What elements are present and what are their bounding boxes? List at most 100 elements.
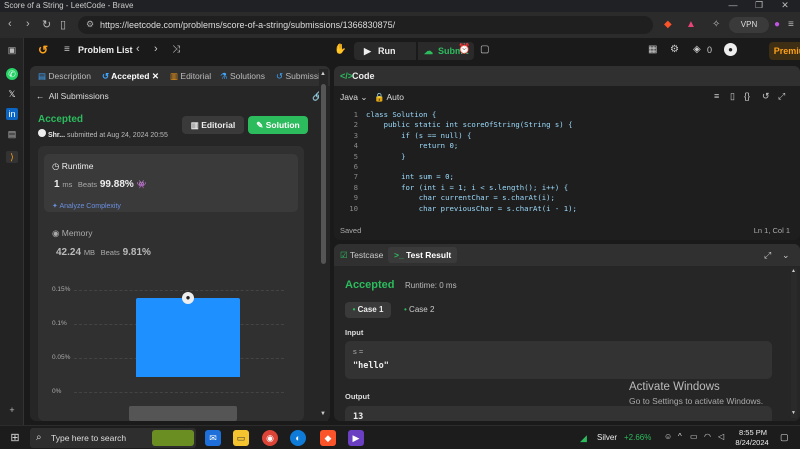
back-icon[interactable]: ‹ xyxy=(8,18,12,30)
format-icon[interactable]: ≡ xyxy=(714,91,719,101)
cloud-upload-icon: ☁ xyxy=(424,46,433,56)
tab-test-result[interactable]: >_ Test Result xyxy=(388,247,458,263)
code-text: for (int i = 1; i < s.length(); i++) { xyxy=(366,182,569,192)
whatsapp-icon[interactable]: ✆ xyxy=(6,68,18,80)
stock-name[interactable]: Silver xyxy=(597,433,617,442)
clock-date[interactable]: 8/24/2024 xyxy=(732,438,772,447)
people-icon[interactable]: ☺ xyxy=(664,432,672,441)
brave-taskbar-icon[interactable]: ◆ xyxy=(320,430,336,446)
next-problem-icon[interactable]: › xyxy=(154,43,158,55)
brave-shields-icon[interactable]: ◆ xyxy=(664,19,672,30)
mail-icon[interactable]: ✉ xyxy=(205,430,221,446)
auto-mode-toggle[interactable]: 🔒 Auto xyxy=(374,92,404,103)
reload-icon[interactable]: ↻ xyxy=(42,18,51,31)
expand-icon[interactable]: ⤢ xyxy=(764,250,771,261)
language-select[interactable]: Java ⌄ xyxy=(340,92,367,103)
tab-testcase[interactable]: ☑ Testcase xyxy=(340,250,383,261)
stock-change[interactable]: +2.66% xyxy=(624,433,651,442)
streak-icon[interactable]: ◈ xyxy=(693,44,701,55)
add-sidebar-icon[interactable]: + xyxy=(6,404,18,416)
all-submissions-link[interactable]: ← All Submissions xyxy=(36,91,109,101)
collapse-icon[interactable]: ⌄ xyxy=(782,250,790,261)
menu-icon[interactable]: ≡ xyxy=(788,19,794,30)
code-editor[interactable]: 1 class Solution {2 public static int sco… xyxy=(334,110,800,220)
close-window-icon[interactable]: ✕ xyxy=(772,0,798,11)
runtime-bar[interactable] xyxy=(136,298,240,377)
volume-icon[interactable]: ◁ xyxy=(718,432,724,441)
code-icon: </> xyxy=(340,71,354,81)
test-scrollbar[interactable]: ▲ ▼ xyxy=(791,268,797,418)
scroll-down-icon[interactable]: ▼ xyxy=(791,410,796,416)
bookmark-code-icon[interactable]: ▯ xyxy=(730,91,735,102)
braces-icon[interactable]: {} xyxy=(744,91,750,101)
fullscreen-icon[interactable]: ⤢ xyxy=(778,91,785,102)
tab-submissions[interactable]: ↺ Submissi xyxy=(276,71,320,82)
reset-icon[interactable]: ↺ xyxy=(762,91,770,102)
close-tab-icon[interactable]: ✕ xyxy=(152,71,159,81)
user-avatar[interactable] xyxy=(38,129,46,137)
brave-rewards-icon[interactable]: ▲ xyxy=(686,19,696,30)
tab-description[interactable]: ▤ Description xyxy=(38,71,91,82)
analyze-complexity-link[interactable]: ✦ Analyze Complexity xyxy=(52,202,121,210)
clock-time[interactable]: 8:55 PM xyxy=(735,428,771,437)
chrome-icon[interactable]: ◉ xyxy=(262,430,278,446)
battery-icon[interactable]: ▭ xyxy=(690,432,698,441)
scroll-up-icon[interactable]: ▲ xyxy=(791,268,796,274)
settings-gear-icon[interactable]: ⚙ xyxy=(670,44,679,55)
notifications-icon[interactable]: ▢ xyxy=(780,432,789,443)
tab-accepted[interactable]: ↺ Accepted ✕ xyxy=(102,71,159,82)
play-icon: ▶ xyxy=(364,46,371,56)
sidebar-toggle-icon[interactable]: ▣ xyxy=(6,44,18,56)
scroll-up-icon[interactable]: ▲ xyxy=(320,71,326,77)
description-icon: ▤ xyxy=(38,71,47,81)
address-bar[interactable]: ⚙ https://leetcode.com/problems/score-of… xyxy=(78,16,653,34)
extensions-icon[interactable]: ✧ xyxy=(712,19,720,30)
scroll-down-icon[interactable]: ▼ xyxy=(320,411,326,417)
timer-icon[interactable]: ⏰ xyxy=(458,44,470,55)
file-explorer-icon[interactable]: ▭ xyxy=(233,430,249,446)
run-label: Run xyxy=(378,46,396,56)
minimize-icon[interactable]: — xyxy=(720,0,746,10)
vpn-button[interactable]: VPN xyxy=(729,17,769,33)
avatar[interactable]: ● xyxy=(724,43,737,56)
shuffle-icon[interactable]: ⤨ xyxy=(172,44,180,55)
restore-icon[interactable]: ❐ xyxy=(746,0,772,11)
reading-list-icon[interactable]: ▤ xyxy=(6,128,18,140)
leo-ai-icon[interactable]: ● xyxy=(774,19,780,30)
site-settings-icon[interactable]: ⚙ xyxy=(86,19,94,30)
solution-button[interactable]: ✎ Solution xyxy=(248,116,308,134)
tray-expand-icon[interactable]: ^ xyxy=(678,432,682,441)
tab-solutions[interactable]: ⚗ Solutions xyxy=(220,71,265,82)
taskbar-search[interactable]: ⌕ Type here to search xyxy=(30,428,196,448)
forward-icon[interactable]: › xyxy=(26,18,30,30)
notes-icon[interactable]: ▢ xyxy=(480,44,489,55)
leetcode-sidebar-icon[interactable]: ⟩ xyxy=(6,151,18,163)
windows-start-icon[interactable]: ⊞ xyxy=(7,430,23,446)
debug-icon[interactable]: ✋ xyxy=(334,44,346,55)
username[interactable]: Shr... xyxy=(48,132,65,139)
output-value: 13 xyxy=(353,412,364,421)
layout-icon[interactable]: ▦ xyxy=(648,44,657,55)
leetcode-logo-icon[interactable]: ↺ xyxy=(38,43,48,57)
search-highlight-image[interactable] xyxy=(152,430,194,446)
case-1-tab[interactable]: • Case 1 xyxy=(345,302,391,318)
case-2-tab[interactable]: • Case 2 xyxy=(404,302,434,318)
edge-icon[interactable]: ◐ xyxy=(290,430,306,446)
runtime-card[interactable]: ◷ Runtime 1 ms Beats 99.88% 👾 ✦ Analyze … xyxy=(44,154,298,212)
left-scrollbar[interactable]: ▲ ▼ xyxy=(319,69,328,421)
prev-problem-icon[interactable]: ‹ xyxy=(136,43,140,55)
run-button[interactable]: ▶ Run xyxy=(354,42,416,60)
tab-editorial[interactable]: ▥ Editorial xyxy=(170,71,211,82)
premium-button[interactable]: Premium xyxy=(769,42,800,60)
scroll-thumb[interactable] xyxy=(321,84,326,264)
app-icon[interactable]: ▶ xyxy=(348,430,364,446)
test-runtime: Runtime: 0 ms xyxy=(405,281,457,290)
editorial-button[interactable]: ▥ Editorial xyxy=(182,116,244,134)
x-twitter-icon[interactable]: 𝕏 xyxy=(6,88,18,100)
wifi-icon[interactable]: ◠ xyxy=(704,432,711,441)
bookmark-icon[interactable]: ▯ xyxy=(60,18,66,31)
problem-list-link[interactable]: Problem List xyxy=(78,45,133,55)
linkedin-icon[interactable]: in xyxy=(6,108,18,120)
cursor-position: Ln 1, Col 1 xyxy=(753,226,790,235)
problem-list-icon[interactable]: ≡ xyxy=(64,44,70,55)
